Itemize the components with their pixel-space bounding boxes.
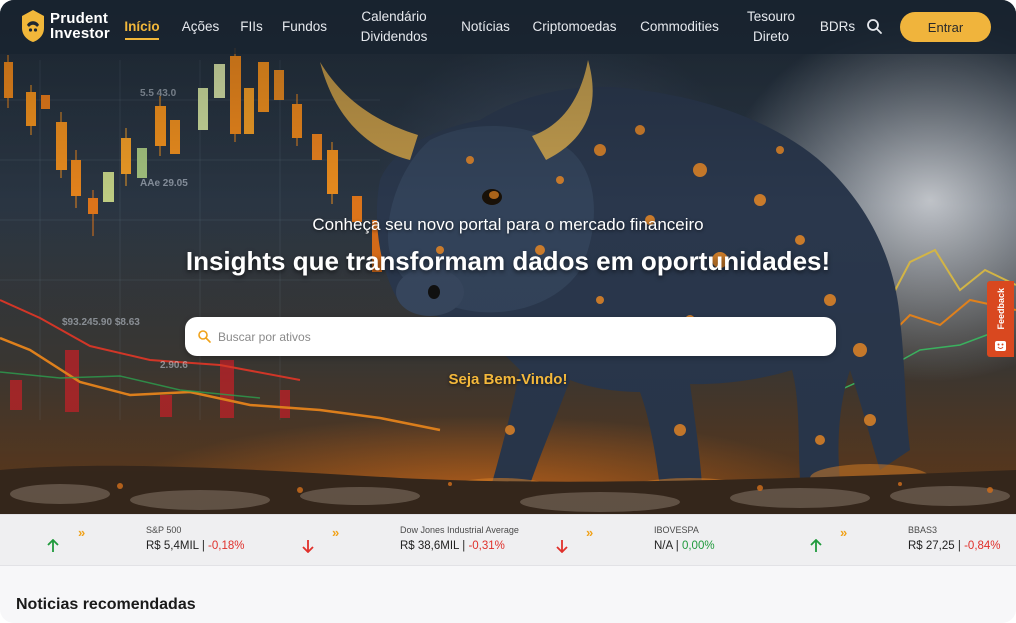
smile-icon [995, 341, 1006, 351]
page: 5.5 43.0 AAe 29.05 $93.245.90 $8.63 2.90… [0, 0, 1016, 623]
ticker-separator: | [675, 540, 679, 552]
ticker-item[interactable]: » IBOVESPA N/A | 0,00% [509, 515, 763, 567]
arrow-up-icon [810, 539, 822, 552]
welcome-message: Seja Bem-Vindo! [448, 371, 568, 388]
arrow-up-icon [47, 539, 59, 552]
ticker-value: R$ 27,25 | -0,84% [908, 540, 1001, 552]
nav-item-label: BDRs [819, 19, 856, 34]
arrow-down-icon [556, 540, 568, 553]
asset-search-input[interactable] [218, 329, 818, 344]
search-icon[interactable] [865, 17, 885, 37]
chevron-double-right-icon: » [586, 525, 593, 540]
ticker-price: N/A [654, 540, 673, 552]
nav-item-label-line-2: Direto [752, 29, 789, 44]
chevron-double-right-icon: » [332, 525, 339, 540]
section-title: Noticias recomendadas [16, 596, 196, 613]
ticker-item[interactable]: » BBAS3 R$ 27,25 | -0,84% [763, 515, 1016, 567]
nav-item-commodities[interactable]: Commodities [639, 0, 720, 54]
nav-item-fundos[interactable]: Fundos [282, 0, 327, 54]
ticker-separator: | [957, 540, 961, 552]
feedback-label: Feedback [995, 288, 1006, 330]
ticker-item[interactable]: » S&P 500 R$ 5,4MIL | -0,18% [0, 515, 255, 567]
chevron-double-right-icon: » [78, 525, 85, 540]
nav-item-label-line-1: Calendário [361, 9, 427, 24]
nav-item-label: Ações [181, 19, 220, 34]
ticker-value: N/A | 0,00% [654, 540, 715, 552]
prudent-investor-logo-icon [22, 10, 44, 42]
ticker-separator: | [201, 540, 205, 552]
nav-item-tesouro-direto[interactable]: Tesouro Direto [745, 0, 797, 54]
ticker-value: R$ 5,4MIL | -0,18% [146, 540, 244, 552]
ticker-price: R$ 27,25 [908, 540, 955, 552]
login-button[interactable]: Entrar [900, 12, 991, 42]
nav-item-label-line-1: Tesouro [746, 9, 796, 24]
nav-item-criptomoedas[interactable]: Criptomoedas [531, 0, 618, 54]
market-ticker: » S&P 500 R$ 5,4MIL | -0,18% » Dow Jones… [0, 514, 1016, 566]
ticker-change: -0,84% [964, 540, 1001, 552]
ticker-price: R$ 5,4MIL [146, 540, 199, 552]
nav-item-label: Notícias [461, 19, 510, 34]
hero-banner: 5.5 43.0 AAe 29.05 $93.245.90 $8.63 2.90… [0, 0, 1016, 514]
nav-item-bdrs[interactable]: BDRs [819, 0, 856, 54]
ticker-separator: | [462, 540, 466, 552]
ticker-change: 0,00% [681, 540, 715, 552]
nav-item-label: Fundos [281, 19, 328, 34]
ticker-name: IBOVESPA [654, 525, 699, 535]
brand-logo[interactable]: Prudent Investor [20, 9, 110, 43]
nav-item-label: FIIs [240, 19, 263, 34]
chevron-double-right-icon: » [840, 525, 847, 540]
nav-item-label-line-2: Dividendos [360, 29, 428, 44]
top-navigation: Prudent Investor Início Ações FIIs Fundo… [0, 0, 1016, 54]
nav-item-label: Início [124, 19, 160, 34]
feedback-tab[interactable]: Feedback [987, 281, 1014, 357]
nav-item-noticias[interactable]: Notícias [460, 0, 511, 54]
hero-title: Insights que transformam dados em oportu… [185, 246, 831, 276]
ticker-name: Dow Jones Industrial Average [400, 525, 519, 535]
nav-item-label: Commodities [640, 19, 719, 34]
ticker-name: BBAS3 [908, 525, 938, 535]
asset-search-bar[interactable] [185, 317, 836, 356]
brand-line-1: Prudent [50, 10, 109, 27]
search-icon [198, 330, 211, 343]
hero-subtitle: Conheça seu novo portal para o mercado f… [312, 215, 704, 234]
ticker-change: -0,31% [468, 540, 505, 552]
brand-line-2: Investor [50, 25, 110, 42]
nav-item-calendario-dividendos[interactable]: Calendário Dividendos [357, 0, 431, 54]
recommended-news-section: Noticias recomendadas [0, 566, 1016, 623]
ticker-value: R$ 38,6MIL | -0,31% [400, 540, 505, 552]
arrow-down-icon [302, 540, 314, 553]
nav-item-label: Criptomoedas [532, 19, 617, 34]
ticker-price: R$ 38,6MIL [400, 540, 460, 552]
ticker-item[interactable]: » Dow Jones Industrial Average R$ 38,6MI… [255, 515, 519, 567]
nav-item-inicio[interactable]: Início [124, 0, 160, 54]
ticker-change: -0,18% [208, 540, 245, 552]
ticker-name: S&P 500 [146, 525, 182, 535]
nav-item-fiis[interactable]: FIIs [240, 0, 263, 54]
nav-item-acoes[interactable]: Ações [181, 0, 220, 54]
